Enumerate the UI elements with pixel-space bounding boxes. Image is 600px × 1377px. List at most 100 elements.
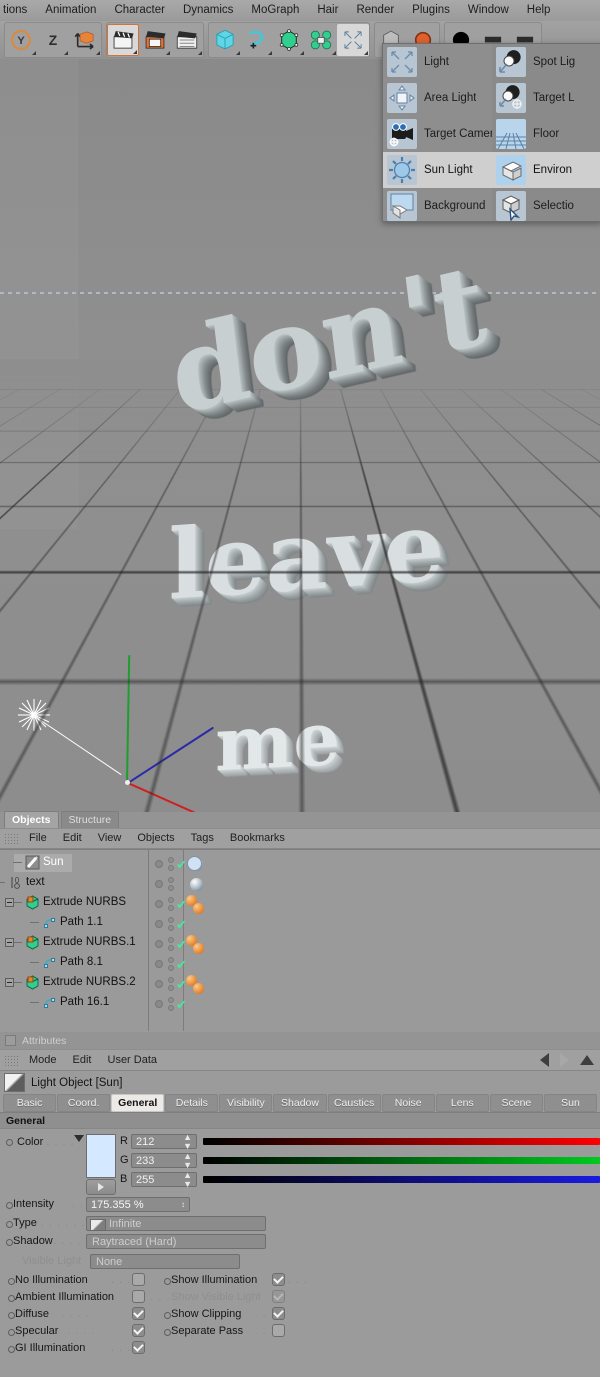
color-expand-chevron-down-icon[interactable] xyxy=(74,1135,84,1142)
anim-dot-icon[interactable] xyxy=(6,1221,13,1228)
menu-item-window[interactable]: Window xyxy=(459,0,518,21)
panel-grip-icon[interactable] xyxy=(4,833,18,844)
tree-expander-collapse[interactable] xyxy=(5,898,14,907)
attr-tab-basic[interactable]: Basic xyxy=(3,1094,57,1112)
menu-item-render[interactable]: Render xyxy=(347,0,403,21)
visibility-dots-pair[interactable] xyxy=(168,997,174,1011)
popup-item-floor[interactable]: Floor xyxy=(492,116,600,152)
attr-tab-lens[interactable]: Lens xyxy=(435,1094,489,1112)
obj-menu-file[interactable]: File xyxy=(21,829,55,848)
popup-item-light[interactable]: Light xyxy=(383,44,492,80)
object-row[interactable]: Path 8.1 ✔ xyxy=(0,953,600,973)
text-object-leave[interactable]: leave xyxy=(168,489,444,622)
menu-item-tions[interactable]: tions xyxy=(0,0,36,21)
visibility-dot[interactable] xyxy=(155,1000,163,1008)
nav-forward-icon[interactable] xyxy=(560,1053,569,1067)
attr-tab-coord[interactable]: Coord. xyxy=(57,1094,111,1112)
obj-menu-bookmarks[interactable]: Bookmarks xyxy=(222,829,293,848)
menu-item-plugins[interactable]: Plugins xyxy=(403,0,459,21)
toolbar-flyout-corner-icon[interactable] xyxy=(268,51,272,55)
visibility-dots-pair[interactable] xyxy=(168,977,174,991)
checkbox[interactable] xyxy=(272,1290,285,1303)
visibility-dots-pair[interactable] xyxy=(168,857,174,871)
field-value[interactable]: None xyxy=(90,1254,240,1269)
anim-dot-icon[interactable] xyxy=(8,1346,15,1353)
checkbox[interactable] xyxy=(272,1273,285,1286)
field-value[interactable]: 175.355 % ↕ xyxy=(86,1197,190,1212)
visibility-dots-pair[interactable] xyxy=(168,957,174,971)
tree-expander-collapse[interactable] xyxy=(5,938,14,947)
text-object-me[interactable]: me xyxy=(215,696,340,789)
object-row[interactable]: Extrude NURBS.2 ✔ xyxy=(0,973,600,994)
checkbox[interactable] xyxy=(272,1307,285,1320)
popup-item-target-l[interactable]: Target L xyxy=(492,80,600,116)
menu-item-hair[interactable]: Hair xyxy=(308,0,347,21)
anim-dot-icon[interactable] xyxy=(164,1312,171,1319)
popup-item-sun-light[interactable]: Sun Light xyxy=(383,152,492,188)
toolbar-flyout-corner-icon[interactable] xyxy=(133,50,137,54)
tag-sun-tag[interactable] xyxy=(187,856,202,871)
field-spinner-icon[interactable]: ↕ xyxy=(181,1200,185,1209)
object-row[interactable]: Extrude NURBS.1 ✔ xyxy=(0,933,600,954)
attr-tab-caustics[interactable]: Caustics xyxy=(327,1094,381,1112)
color-mode-button[interactable] xyxy=(86,1179,116,1195)
object-tab-objects[interactable]: Objects xyxy=(4,811,59,828)
enabled-check-icon[interactable]: ✔ xyxy=(176,998,187,1011)
anim-dot-icon[interactable] xyxy=(8,1329,15,1336)
popup-item-selectio[interactable]: Selectio xyxy=(492,188,600,221)
anim-dot-icon[interactable] xyxy=(8,1278,15,1285)
array-button[interactable] xyxy=(305,24,337,56)
enabled-check-icon[interactable]: ✔ xyxy=(176,858,187,871)
world-object-axis-button[interactable] xyxy=(69,24,101,56)
anim-dot-icon[interactable] xyxy=(6,1239,13,1246)
add-cube-button[interactable] xyxy=(209,24,241,56)
channel-gradient-slider[interactable] xyxy=(203,1138,600,1145)
popup-item-spot-lig[interactable]: Spot Lig xyxy=(492,44,600,80)
menu-item-character[interactable]: Character xyxy=(105,0,174,21)
attr-menu-user-data[interactable]: User Data xyxy=(100,1050,166,1070)
checkbox[interactable] xyxy=(132,1341,145,1354)
object-row[interactable]: Path 1.1 ✔ xyxy=(0,913,600,933)
toolbar-flyout-corner-icon[interactable] xyxy=(166,51,170,55)
nav-up-icon[interactable] xyxy=(580,1055,594,1065)
visibility-dots-pair[interactable] xyxy=(168,917,174,931)
popup-item-environ[interactable]: Environ xyxy=(492,152,600,188)
object-tree[interactable]: Sun ✔ 0 text Extrude NURBS ✔ Path 1.1 ✔ Extrude … xyxy=(0,849,600,1031)
visibility-dots-pair[interactable] xyxy=(168,937,174,951)
checkbox[interactable] xyxy=(132,1290,145,1303)
nurbs-button[interactable] xyxy=(273,24,305,56)
anim-dot-icon[interactable] xyxy=(164,1329,171,1336)
toolbar-flyout-corner-icon[interactable] xyxy=(198,51,202,55)
nav-back-icon[interactable] xyxy=(540,1053,549,1067)
object-tab-structure[interactable]: Structure xyxy=(60,811,120,828)
obj-menu-edit[interactable]: Edit xyxy=(55,829,90,848)
render-settings-button[interactable] xyxy=(171,24,203,56)
checkbox[interactable] xyxy=(132,1307,145,1320)
attr-menu-edit[interactable]: Edit xyxy=(65,1050,100,1070)
sun-light-gizmo-icon[interactable] xyxy=(17,698,51,732)
tree-expander-collapse[interactable] xyxy=(5,978,14,987)
visibility-dots-pair[interactable] xyxy=(168,877,174,891)
obj-menu-view[interactable]: View xyxy=(90,829,130,848)
menu-item-animation[interactable]: Animation xyxy=(36,0,105,21)
channel-gradient-slider[interactable] xyxy=(203,1157,600,1164)
attr-tab-general[interactable]: General xyxy=(111,1094,165,1112)
attr-tab-shadow[interactable]: Shadow xyxy=(273,1094,327,1112)
toolbar-flyout-corner-icon[interactable] xyxy=(64,51,68,55)
toolbar-flyout-corner-icon[interactable] xyxy=(96,51,100,55)
z-axis-button[interactable]: Z xyxy=(37,24,69,56)
axis-y-button[interactable]: Y xyxy=(5,24,37,56)
menu-item-help[interactable]: Help xyxy=(518,0,560,21)
color-anim-dot-icon[interactable] xyxy=(6,1138,13,1146)
field-value[interactable]: Raytraced (Hard) xyxy=(86,1234,266,1249)
color-swatch[interactable] xyxy=(86,1134,116,1178)
popup-item-background[interactable]: Background xyxy=(383,188,492,221)
add-spline-button[interactable] xyxy=(241,24,273,56)
visibility-dot[interactable] xyxy=(155,920,163,928)
visibility-dot[interactable] xyxy=(155,960,163,968)
toolbar-flyout-corner-icon[interactable] xyxy=(300,51,304,55)
anim-dot-icon[interactable] xyxy=(8,1312,15,1319)
attr-tab-details[interactable]: Details xyxy=(165,1094,219,1112)
visibility-dot[interactable] xyxy=(155,980,163,988)
attr-menu-mode[interactable]: Mode xyxy=(21,1050,65,1070)
